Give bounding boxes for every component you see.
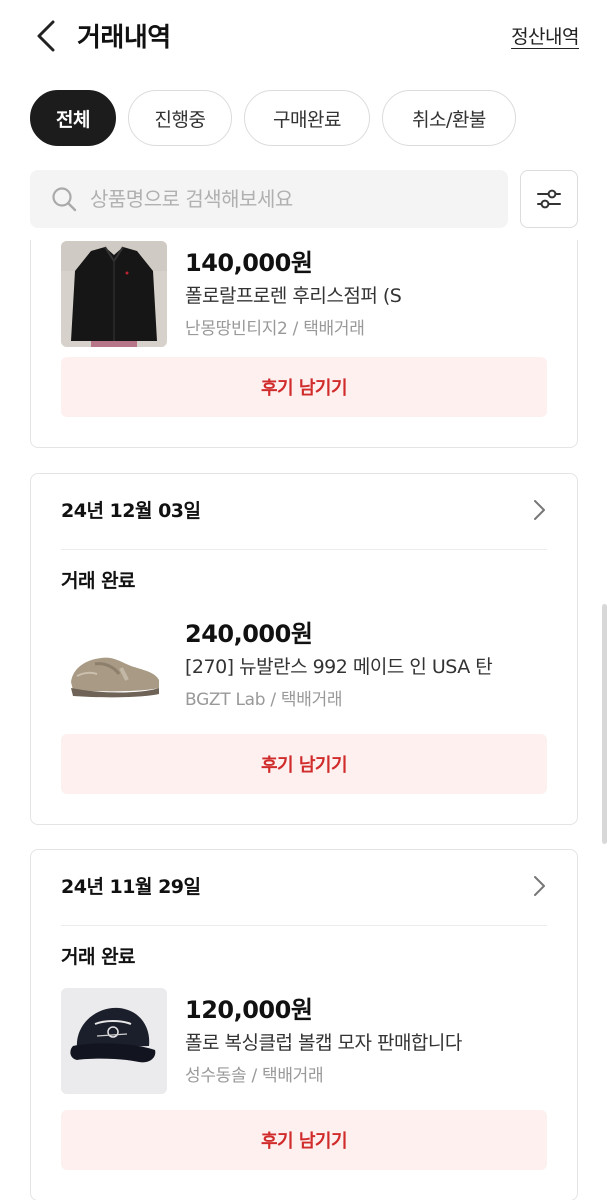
- product-price: 240,000원: [185, 620, 313, 648]
- card-divider: [61, 549, 547, 550]
- cap-photo: [61, 988, 167, 1094]
- write-review-button[interactable]: 후기 남기기: [61, 357, 547, 417]
- filter-chip-in-progress[interactable]: 진행중: [128, 90, 232, 146]
- filter-chip-all[interactable]: 전체: [30, 90, 116, 146]
- fleece-jacket-photo: [61, 241, 167, 347]
- order-status: 거래 완료: [61, 570, 136, 592]
- search-row: [30, 170, 578, 228]
- chevron-right-icon: [534, 500, 545, 520]
- write-review-button[interactable]: 후기 남기기: [61, 734, 547, 794]
- product-name[interactable]: 폴로 복싱클럽 볼캡 모자 판매합니다: [185, 1028, 555, 1055]
- card-divider: [61, 925, 547, 926]
- order-card: 24년 11월 29일 거래 완료 120,000원 폴로 복싱클럽 볼캡 모자…: [30, 849, 578, 1200]
- search-box: [30, 170, 508, 228]
- order-detail-button[interactable]: [529, 496, 549, 524]
- order-status: 거래 완료: [61, 946, 136, 968]
- product-name[interactable]: [270] 뉴발란스 992 메이드 인 USA 탄: [185, 652, 555, 679]
- sneaker-photo: [61, 616, 167, 722]
- order-date: 24년 12월 03일: [61, 500, 201, 522]
- seller-meta: 성수동솔 / 택배거래: [185, 1066, 324, 1086]
- chevron-left-icon: [37, 20, 55, 52]
- settlement-history-link[interactable]: 정산내역: [511, 22, 579, 49]
- order-card: 24년 12월 03일 거래 완료 240,000원 [270] 뉴발란스 99…: [30, 473, 578, 825]
- product-price: 120,000원: [185, 996, 313, 1024]
- page-title: 거래내역: [77, 23, 171, 53]
- order-date: 24년 11월 29일: [61, 876, 201, 898]
- search-icon: [50, 185, 78, 213]
- filter-chip-cancel-refund[interactable]: 취소/환불: [382, 90, 516, 146]
- order-detail-button[interactable]: [529, 872, 549, 900]
- filter-chips: 전체 진행중 구매완료 취소/환불: [30, 90, 516, 146]
- search-input[interactable]: [90, 187, 490, 211]
- filter-chip-purchased[interactable]: 구매완료: [244, 90, 370, 146]
- chevron-right-icon: [534, 876, 545, 896]
- write-review-button[interactable]: 후기 남기기: [61, 1110, 547, 1170]
- product-name[interactable]: 폴로랄프로렌 후리스점퍼 (S: [185, 281, 555, 308]
- product-thumbnail[interactable]: [61, 241, 167, 347]
- scrollbar[interactable]: [602, 604, 607, 844]
- filter-settings-button[interactable]: [520, 170, 578, 228]
- seller-meta: 난몽땅빈티지2 / 택배거래: [185, 319, 365, 339]
- app-header: 거래내역 정산내역: [0, 0, 607, 74]
- back-button[interactable]: [26, 14, 66, 58]
- order-list[interactable]: 140,000원 폴로랄프로렌 후리스점퍼 (S 난몽땅빈티지2 / 택배거래 …: [0, 240, 607, 1200]
- order-card: 140,000원 폴로랄프로렌 후리스점퍼 (S 난몽땅빈티지2 / 택배거래 …: [30, 240, 578, 448]
- product-thumbnail[interactable]: [61, 616, 167, 722]
- product-price: 140,000원: [185, 249, 313, 277]
- sliders-icon: [537, 189, 561, 209]
- seller-meta: BGZT Lab / 택배거래: [185, 690, 343, 710]
- product-thumbnail[interactable]: [61, 988, 167, 1094]
